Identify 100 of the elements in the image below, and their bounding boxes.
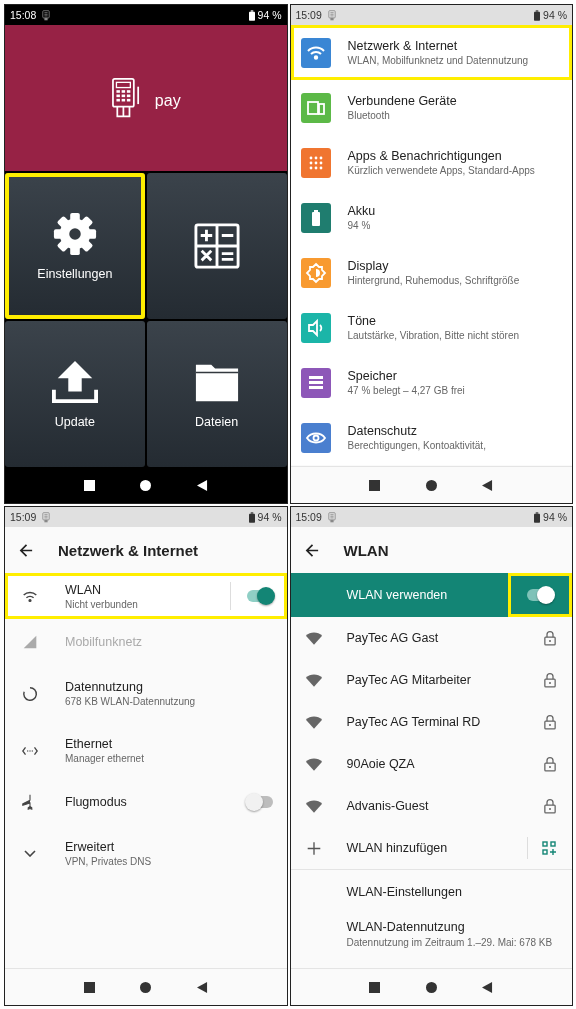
- settings-link[interactable]: WLAN-Einstellungen: [290, 870, 572, 912]
- settings-link[interactable]: WLAN-Datennutzung Datennutzung im Zeitraum 1.–29. Mai: 678 KB: [290, 912, 572, 954]
- item-subtitle: WLAN, Mobilfunknetz und Datennutzung: [347, 55, 529, 66]
- chevron-down-icon: [24, 850, 36, 857]
- network-name: PayTec AG Terminal RD: [346, 715, 482, 729]
- add-network-label: WLAN hinzufügen: [346, 841, 449, 855]
- item-title: Verbundene Geräte: [347, 94, 457, 108]
- network-item[interactable]: PayTec AG Mitarbeiter: [290, 659, 572, 701]
- settings-item[interactable]: Datennutzung 678 KB WLAN-Datennutzung: [5, 665, 287, 722]
- item-title: Mobilfunknetz: [65, 635, 144, 649]
- item-subtitle: Lautstärke, Vibration, Bitte nicht stören: [347, 330, 520, 341]
- home-circle-icon[interactable]: [425, 479, 437, 491]
- calculator-icon: [193, 223, 240, 269]
- back-triangle-icon[interactable]: [196, 981, 208, 993]
- wifi-signal-icon: [304, 714, 323, 730]
- status-time: 15:09: [295, 511, 322, 523]
- item-title: WLAN-Datennutzung: [346, 920, 466, 934]
- master-switch-label: WLAN verwenden: [346, 588, 449, 602]
- recents-square-icon[interactable]: [369, 981, 381, 993]
- network-item[interactable]: Advanis-Guest: [290, 785, 572, 827]
- settings-item[interactable]: Display Hintergrund, Ruhemodus, Schriftgröße: [290, 245, 572, 300]
- upload-icon: [51, 359, 98, 405]
- battery-icon: [248, 511, 255, 523]
- item-title: Erweitert: [65, 840, 116, 854]
- settings-icon: [51, 211, 98, 257]
- data-usage-icon: [21, 684, 39, 703]
- toggle-switch[interactable]: [246, 796, 273, 808]
- status-time: 15:09: [295, 9, 322, 21]
- network-name: Advanis-Guest: [346, 799, 430, 813]
- settings-item[interactable]: Töne Lautstärke, Vibration, Bitte nicht stören: [290, 300, 572, 355]
- toggle-switch[interactable]: [527, 589, 553, 601]
- network-item[interactable]: 90Aoie QZA: [290, 743, 572, 785]
- item-subtitle: Kürzlich verwendete Apps, Standard-Apps: [347, 165, 535, 176]
- add-network-item[interactable]: WLAN hinzufügen: [290, 827, 572, 870]
- app-tile[interactable]: Dateien: [146, 321, 287, 467]
- item-title: Ethernet: [65, 737, 114, 751]
- back-arrow-icon[interactable]: [304, 542, 320, 558]
- network-name: 90Aoie QZA: [346, 757, 416, 771]
- back-triangle-icon[interactable]: [482, 981, 494, 993]
- app-tile[interactable]: Einstellungen: [5, 173, 145, 319]
- network-name: PayTec AG Gast: [346, 631, 440, 645]
- settings-item[interactable]: Ethernet Manager ethernet: [5, 722, 287, 779]
- item-subtitle: 94 %: [347, 220, 372, 231]
- wifi-signal-icon: [304, 798, 323, 814]
- settings-item[interactable]: Erweitert VPN, Privates DNS: [5, 825, 287, 882]
- item-subtitle: Berechtigungen, Kontoaktivität,: [347, 440, 486, 451]
- item-subtitle: Nicht verbunden: [65, 598, 139, 610]
- settings-item[interactable]: Netzwerk & Internet WLAN, Mobilfunknetz und Datennutzung: [290, 25, 572, 80]
- item-title: Datenschutz: [347, 424, 418, 438]
- item-title: Display: [347, 259, 390, 273]
- item-title: Akku: [347, 204, 376, 218]
- app-tile[interactable]: [146, 173, 287, 319]
- back-triangle-icon[interactable]: [482, 479, 494, 491]
- battery-icon: [534, 511, 541, 523]
- page-title: Netzwerk & Internet: [58, 541, 199, 559]
- item-title: Apps & Benachrichtigungen: [347, 149, 503, 163]
- item-title: Flugmodus: [65, 795, 128, 809]
- home-circle-icon[interactable]: [140, 981, 152, 993]
- recents-square-icon[interactable]: [83, 981, 95, 993]
- battery-percent: 94 %: [543, 511, 567, 523]
- item-title: WLAN: [65, 582, 103, 597]
- page-title: WLAN: [343, 541, 389, 559]
- item-title: Töne: [347, 314, 377, 328]
- settings-item[interactable]: WLAN Nicht verbunden: [5, 573, 287, 619]
- toggle-switch[interactable]: [246, 590, 273, 602]
- battery-icon: [248, 9, 255, 21]
- battery-percent: 94 %: [257, 511, 282, 523]
- terminal-status-icon: [327, 511, 336, 523]
- settings-item[interactable]: Flugmodus: [5, 779, 287, 825]
- settings-item[interactable]: Verbundene Geräte Bluetooth: [290, 80, 572, 135]
- settings-item[interactable]: Apps & Benachrichtigungen Kürzlich verwendete Apps, Standard-Apps: [290, 135, 572, 190]
- network-item[interactable]: PayTec AG Terminal RD: [290, 701, 572, 743]
- item-subtitle: Hintergrund, Ruhemodus, Schriftgröße: [347, 275, 520, 286]
- item-subtitle: 678 KB WLAN-Datennutzung: [65, 696, 197, 707]
- recents-square-icon[interactable]: [369, 479, 381, 491]
- item-subtitle: Datennutzung im Zeitraum 1.–29. Mai: 678 KB: [346, 937, 554, 948]
- network-name: PayTec AG Mitarbeiter: [346, 673, 472, 687]
- settings-item[interactable]: Speicher 47 % belegt – 4,27 GB frei: [290, 355, 572, 410]
- recents-square-icon[interactable]: [83, 479, 95, 491]
- qr-code-icon[interactable]: [542, 841, 556, 855]
- back-arrow-icon[interactable]: [19, 542, 34, 558]
- settings-item[interactable]: Datenschutz Berechtigungen, Kontoaktivität,: [290, 410, 572, 465]
- back-triangle-icon[interactable]: [196, 479, 208, 491]
- item-subtitle: Manager ethernet: [65, 753, 145, 764]
- terminal-status-icon: [327, 9, 336, 21]
- battery-icon: [534, 9, 541, 21]
- home-circle-icon[interactable]: [425, 981, 437, 993]
- item-title: Netzwerk & Internet: [347, 39, 459, 53]
- item-subtitle: 47 % belegt – 4,27 GB frei: [347, 385, 465, 396]
- wifi-signal-icon: [304, 756, 323, 772]
- item-title: Speicher: [347, 369, 398, 383]
- wifi-signal-icon: [304, 630, 323, 646]
- terminal-status-icon: [42, 511, 51, 523]
- item-title: Datennutzung: [65, 680, 144, 694]
- settings-item[interactable]: Akku 94 %: [290, 190, 572, 245]
- home-circle-icon[interactable]: [140, 479, 152, 491]
- app-tile[interactable]: Update: [5, 321, 145, 467]
- network-item[interactable]: PayTec AG Gast: [290, 617, 572, 659]
- pay-tile[interactable]: pay: [5, 25, 287, 171]
- item-subtitle: Bluetooth: [347, 110, 391, 121]
